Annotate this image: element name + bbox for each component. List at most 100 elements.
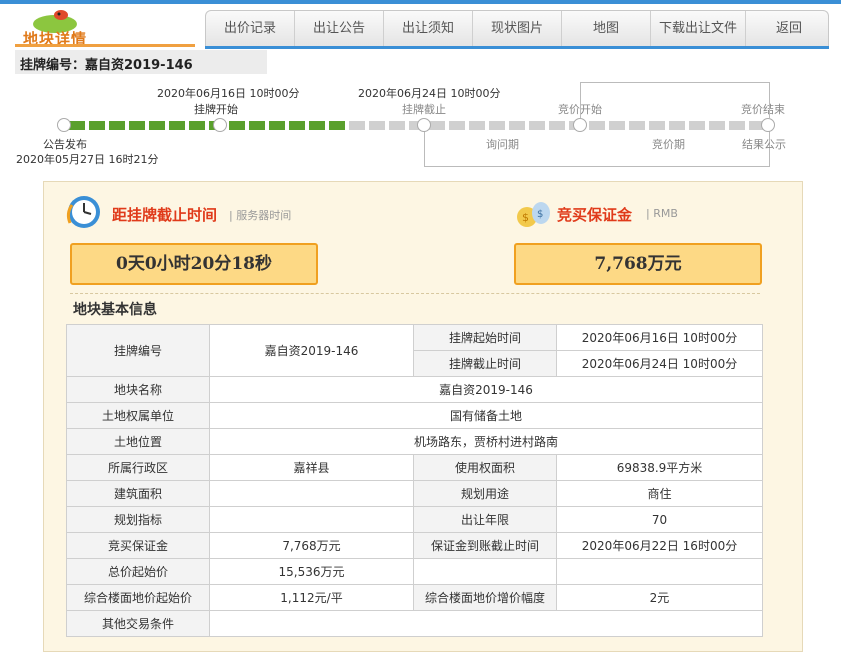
table-row: 规划指标 出让年限 70 <box>66 506 763 533</box>
label-term: 出让年限 <box>413 506 557 533</box>
table-row: 土地权属单位 国有储备土地 <box>66 402 763 429</box>
timeline-segment <box>549 121 565 130</box>
timeline-end-label: 挂牌截止 <box>402 103 446 116</box>
site-logo: 地块详情 <box>15 6 195 48</box>
table-row: 其他交易条件 <box>66 610 763 637</box>
nav-map[interactable]: 地图 <box>562 11 651 47</box>
timeline-segment <box>329 121 345 130</box>
deposit-subtitle: | RMB <box>646 207 678 220</box>
timeline-publish-label: 公告发布 <box>43 138 87 151</box>
label-start-time: 挂牌起始时间 <box>413 324 557 351</box>
table-row: 总价起始价 15,536万元 <box>66 558 763 585</box>
timeline-segment <box>689 121 705 130</box>
timeline-segment <box>189 121 205 130</box>
bid-bracket-left <box>580 82 581 118</box>
table-row: 所属行政区 嘉祥县 使用权面积 69838.9平方米 <box>66 454 763 481</box>
label-end-time: 挂牌截止时间 <box>413 350 557 377</box>
value-deposit: 7,768万元 <box>209 532 414 559</box>
label-ownership: 土地权属单位 <box>66 402 210 429</box>
value-deposit-deadline: 2020年06月22日 16时00分 <box>556 532 763 559</box>
timeline-segment <box>69 121 85 130</box>
timeline-result-publicity: 结果公示 <box>742 138 786 151</box>
timeline-segment <box>709 121 725 130</box>
table-row: 地块名称 嘉自资2019-146 <box>66 376 763 403</box>
top-accent-line <box>0 0 841 4</box>
timeline-segment <box>149 121 165 130</box>
timeline-segment <box>289 121 305 130</box>
bid-bracket-top <box>580 82 770 83</box>
timeline-segment <box>169 121 185 130</box>
timeline-segment <box>269 121 285 130</box>
timeline-publish-date: 2020年05月27日 16时21分 <box>16 153 159 166</box>
timeline-bid-end: 竞价结束 <box>741 103 785 116</box>
inquiry-bracket-left <box>424 130 425 166</box>
timeline-segment <box>529 121 545 130</box>
nav-announcement[interactable]: 出让公告 <box>295 11 384 47</box>
timeline-start-date: 2020年06月16日 10时00分 <box>157 87 300 100</box>
label-use-area: 使用权面积 <box>413 454 557 481</box>
nav-notice[interactable]: 出让须知 <box>384 11 473 47</box>
value-district: 嘉祥县 <box>209 454 414 481</box>
deposit-title: 竞买保证金 <box>557 206 633 224</box>
nav-site-photos[interactable]: 现状图片 <box>473 11 562 47</box>
top-nav: 出价记录 出让公告 出让须知 现状图片 地图 下载出让文件 返回 <box>205 10 829 47</box>
listing-title-bar: 挂牌编号：嘉自资2019-146 <box>15 50 267 74</box>
value-floor-price: 1,112元/平 <box>209 584 414 611</box>
bracket-bottom <box>424 166 770 167</box>
timeline-end-date: 2020年06月24日 10时00分 <box>358 87 501 100</box>
label-listing-no: 挂牌编号 <box>66 324 210 377</box>
label-parcel-name: 地块名称 <box>66 376 210 403</box>
value-listing-no: 嘉自资2019-146 <box>209 324 414 377</box>
timeline-node-end <box>417 118 431 132</box>
timeline-segment <box>669 121 685 130</box>
timeline-node-publish <box>57 118 71 132</box>
timeline-segment <box>509 121 525 130</box>
nav-bid-records[interactable]: 出价记录 <box>206 11 295 47</box>
label-deposit-deadline: 保证金到账截止时间 <box>413 532 557 559</box>
timeline-segment <box>449 121 465 130</box>
timeline-node-bid-start <box>573 118 587 132</box>
timeline-segment <box>229 121 245 130</box>
table-row: 竞买保证金 7,768万元 保证金到账截止时间 2020年06月22日 16时0… <box>66 532 763 559</box>
timeline-segment <box>629 121 645 130</box>
basic-info-heading: 地块基本信息 <box>73 302 157 318</box>
timeline-segment <box>369 121 385 130</box>
timeline-segment <box>89 121 105 130</box>
timeline-inquiry-period: 询问期 <box>486 138 519 151</box>
label-district: 所属行政区 <box>66 454 210 481</box>
label-increment: 综合楼面地价增价幅度 <box>413 584 557 611</box>
timeline-segment <box>309 121 325 130</box>
timeline-start-label: 挂牌开始 <box>194 103 238 116</box>
label-other: 其他交易条件 <box>66 610 210 637</box>
value-term: 70 <box>556 506 763 533</box>
empty-cell <box>556 558 763 585</box>
timeline-segment <box>589 121 605 130</box>
value-use-area: 69838.9平方米 <box>556 454 763 481</box>
value-plan-index <box>209 506 414 533</box>
timeline-bidding-period: 竞价期 <box>652 138 685 151</box>
empty-cell <box>413 558 557 585</box>
nav-download-files[interactable]: 下载出让文件 <box>651 11 746 47</box>
timeline-segment <box>249 121 265 130</box>
timeline-segment <box>389 121 405 130</box>
bid-bracket-right <box>769 82 770 118</box>
logo-underline <box>15 44 195 47</box>
timeline-segment <box>609 121 625 130</box>
countdown-value: 0天0小时20分18秒 <box>70 243 318 285</box>
money-bags-icon: $ $ <box>517 202 550 227</box>
timeline-segment <box>129 121 145 130</box>
value-start-time: 2020年06月16日 10时00分 <box>556 324 763 351</box>
page-title: 挂牌编号：嘉自资2019-146 <box>20 58 193 73</box>
table-row: 综合楼面地价起始价 1,112元/平 综合楼面地价增价幅度 2元 <box>66 584 763 611</box>
value-other <box>209 610 763 637</box>
nav-back[interactable]: 返回 <box>746 11 832 47</box>
nav-underline <box>205 46 829 49</box>
timeline-node-bid-end <box>761 118 775 132</box>
value-ownership: 国有储备土地 <box>209 402 763 429</box>
label-location: 土地位置 <box>66 428 210 455</box>
svg-text:$: $ <box>537 209 543 220</box>
deposit-value: 7,768万元 <box>514 243 762 285</box>
timeline-segment <box>649 121 665 130</box>
value-end-time: 2020年06月24日 10时00分 <box>556 350 763 377</box>
label-start-price: 总价起始价 <box>66 558 210 585</box>
